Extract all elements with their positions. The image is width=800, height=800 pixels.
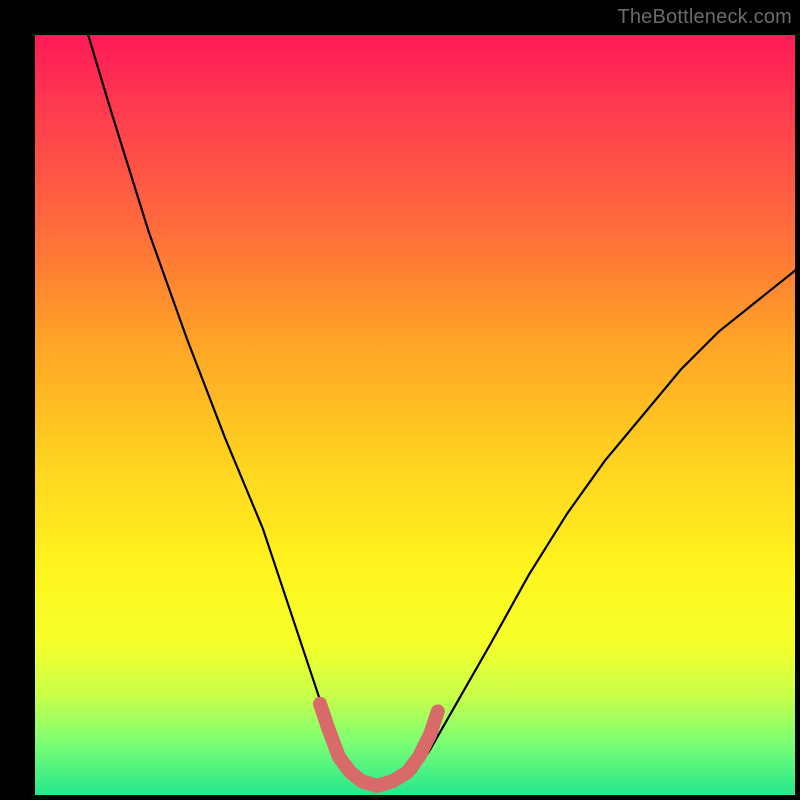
chart-frame: TheBottleneck.com xyxy=(0,0,800,800)
attribution-text: TheBottleneck.com xyxy=(617,6,792,29)
chart-svg xyxy=(35,35,795,795)
valley-highlight xyxy=(320,704,438,786)
bottleneck-curve xyxy=(88,35,795,787)
plot-area xyxy=(35,35,795,795)
